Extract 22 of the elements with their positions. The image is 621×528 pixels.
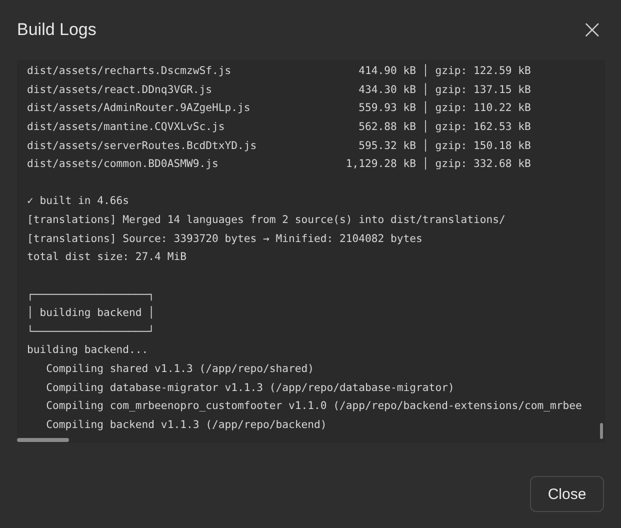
log-line: ✓ built in 4.66s <box>27 194 130 210</box>
horizontal-scrollbar-thumb[interactable] <box>17 438 69 442</box>
log-line: dist/assets/AdminRouter.9AZgeHLp.js 559.93 kB │ gzip: 110.22 kB <box>27 100 532 116</box>
dialog-title: Build Logs <box>17 20 96 40</box>
vertical-scrollbar-thumb[interactable] <box>600 423 603 439</box>
log-line: dist/assets/mantine.CQVXLvSc.js 562.88 kB │ gzip: 162.53 kB <box>27 119 532 135</box>
log-line: │ building backend │ <box>27 305 156 322</box>
log-line: Compiling backend v1.1.3 (/app/repo/backend) <box>45 418 328 433</box>
log-line: [translations] Source: 3393720 bytes → Minified: 2104082 bytes <box>27 232 424 247</box>
log-line: dist/assets/common.BD0ASMW9.js 1,129.28 kB │ gzip: 332.68 kB <box>27 156 532 172</box>
log-line: dist/assets/serverRoutes.BcdDtxYD.js 595.32 kB │ gzip: 150.18 kB <box>27 138 532 154</box>
log-line: Compiling database-migrator v1.1.3 (/app/repo/database-migrator) <box>45 380 456 396</box>
log-line: dist/assets/react.DDnq3VGR.js 434.30 kB │ gzip: 137.15 kB <box>27 82 532 98</box>
log-line: [translations] Merged 14 languages from 2 source(s) into dist/translations/ <box>27 213 506 228</box>
close-button[interactable]: Close <box>530 476 604 512</box>
log-line: Compiling com_mrbeenopro_customfooter v1.1.0 (/app/repo/backend-extensions/com_mrbee <box>45 399 583 414</box>
log-line: ┌──────────────────┐ <box>27 288 156 303</box>
log-line: └──────────────────┘ <box>27 324 156 340</box>
log-line: dist/assets/recharts.DscmzwSf.js 414.90 kB │ gzip: 122.59 kB <box>27 63 532 79</box>
log-line: Compiling shared v1.1.3 (/app/repo/shared) <box>45 362 316 377</box>
log-line: building backend... <box>27 343 150 358</box>
log-line: total dist size: 27.4 MiB <box>27 250 188 266</box>
